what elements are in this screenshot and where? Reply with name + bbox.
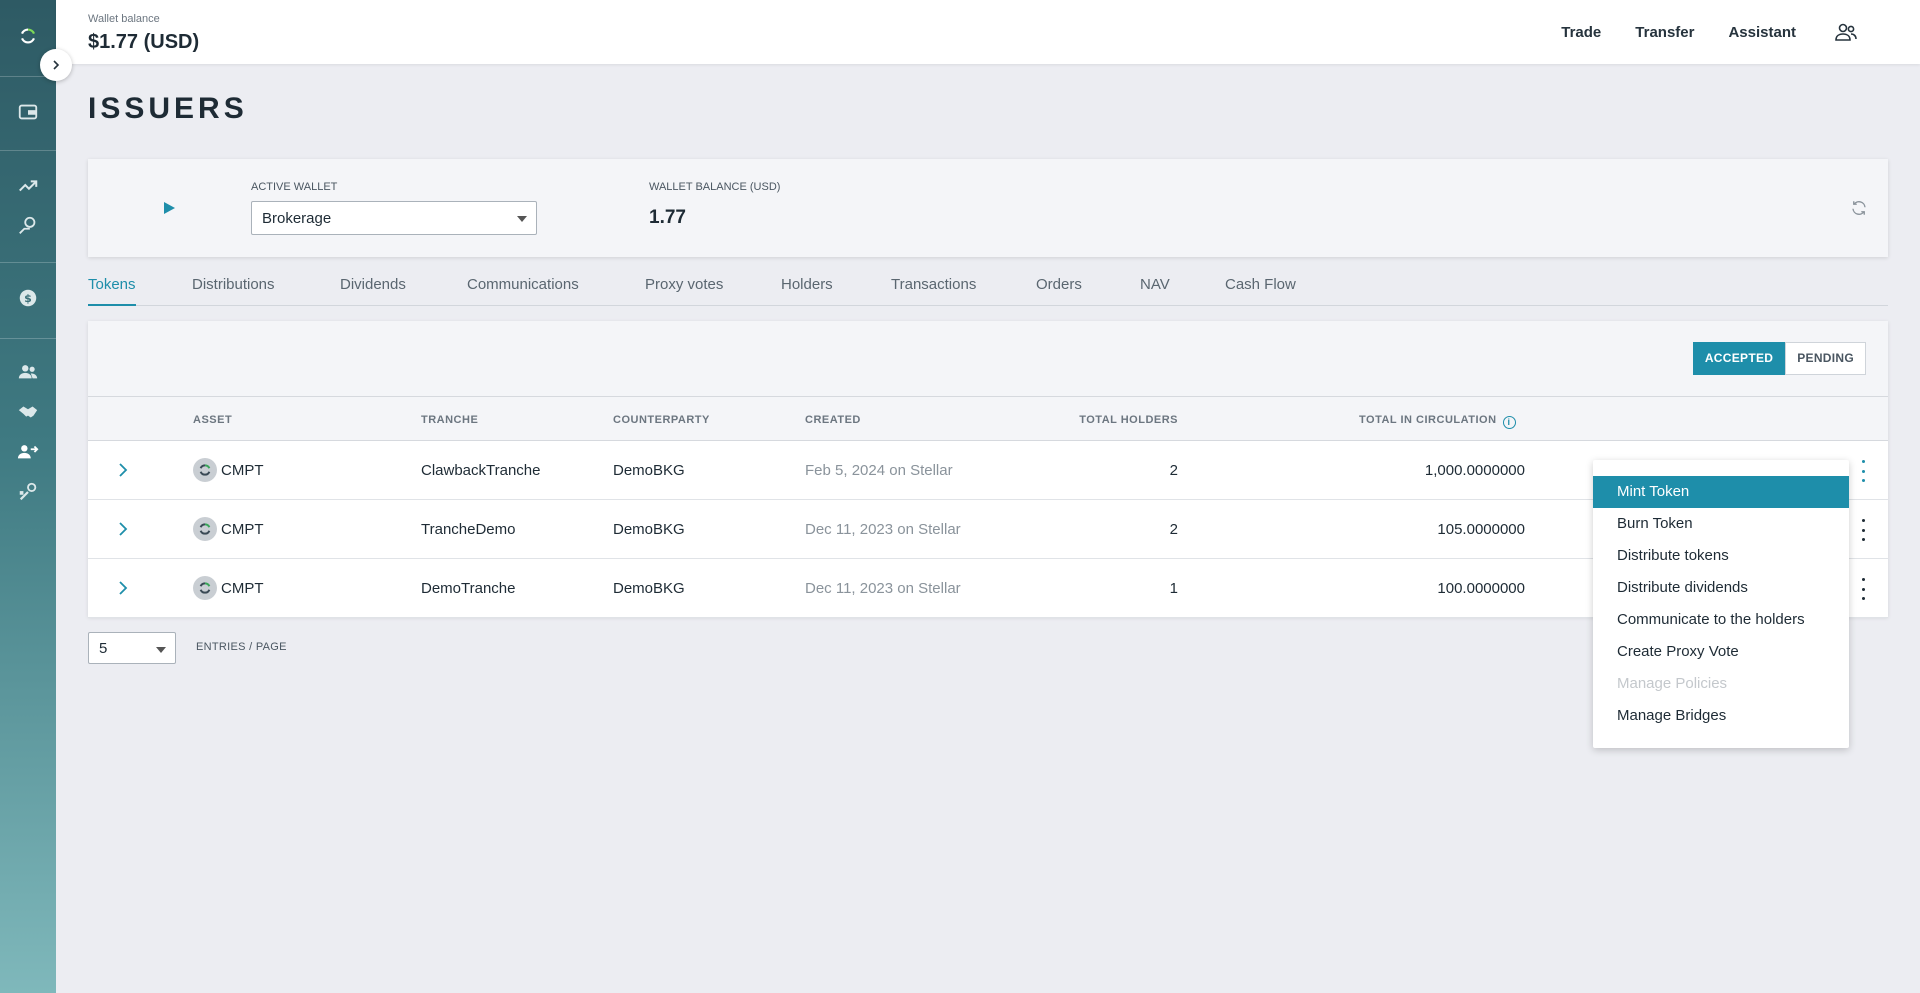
tab-communications[interactable]: Communications xyxy=(467,276,579,306)
wallet-card: ACTIVE WALLET Brokerage WALLET BALANCE (… xyxy=(88,159,1888,257)
menu-item-manage-bridges[interactable]: Manage Bridges xyxy=(1593,700,1849,732)
cell-asset: CMPT xyxy=(221,462,264,479)
tab-orders[interactable]: Orders xyxy=(1036,276,1082,306)
asset-logo-icon xyxy=(193,458,217,482)
menu-item-mint-token[interactable]: Mint Token xyxy=(1593,476,1849,508)
header-tranche: TRANCHE xyxy=(421,414,479,426)
cell-total-holders: 2 xyxy=(1169,521,1178,538)
cell-asset: CMPT xyxy=(221,580,264,597)
menu-item-communicate-holders[interactable]: Communicate to the holders xyxy=(1593,604,1849,636)
user-transfer-icon[interactable] xyxy=(0,432,56,472)
dollar-icon[interactable]: $ xyxy=(0,278,56,318)
account-group-icon[interactable] xyxy=(1834,20,1858,44)
cell-tranche: TrancheDemo xyxy=(421,521,516,538)
sidebar-expand-button[interactable] xyxy=(40,49,72,81)
asset-logo-icon xyxy=(193,576,217,600)
wallet-balance-usd-label: WALLET BALANCE (USD) xyxy=(649,181,781,193)
dropdown-caret-icon xyxy=(156,647,166,653)
tab-nav[interactable]: NAV xyxy=(1140,276,1170,306)
cell-tranche: DemoTranche xyxy=(421,580,516,597)
cell-total-circulation: 1,000.0000000 xyxy=(1424,462,1525,479)
menu-item-distribute-tokens[interactable]: Distribute tokens xyxy=(1593,540,1849,572)
row-actions-kebab-icon[interactable] xyxy=(1860,460,1866,482)
tab-proxy-votes[interactable]: Proxy votes xyxy=(645,276,723,306)
asset-logo-icon xyxy=(193,517,217,541)
header-created: CREATED xyxy=(805,414,861,426)
cell-asset: CMPT xyxy=(221,521,264,538)
top-nav: Trade Transfer Assistant xyxy=(1561,0,1920,64)
cell-created: Dec 11, 2023 on Stellar xyxy=(805,521,961,538)
header-total-circulation: TOTAL IN CIRCULATION xyxy=(1359,414,1497,426)
wallet-icon[interactable] xyxy=(0,92,56,132)
row-actions-menu: Mint Token Burn Token Distribute tokens … xyxy=(1593,460,1849,748)
refresh-icon[interactable] xyxy=(1850,199,1868,217)
cell-total-circulation: 100.0000000 xyxy=(1437,580,1525,597)
chevron-right-icon xyxy=(53,60,60,70)
dropdown-caret-icon xyxy=(517,216,527,222)
tab-tokens[interactable]: Tokens xyxy=(88,276,136,306)
nav-transfer[interactable]: Transfer xyxy=(1635,24,1694,41)
cell-created: Dec 11, 2023 on Stellar xyxy=(805,580,961,597)
active-wallet-select[interactable]: Brokerage xyxy=(251,201,537,235)
expand-row-chevron-icon[interactable] xyxy=(115,462,131,478)
hand-coin-icon[interactable] xyxy=(0,206,56,246)
nav-trade[interactable]: Trade xyxy=(1561,24,1601,41)
page-size-select[interactable]: 5 xyxy=(88,632,176,664)
header-total-circulation-wrap: TOTAL IN CIRCULATION i xyxy=(1359,414,1516,429)
page-title: ISSUERS xyxy=(88,92,248,125)
status-toggle: ACCEPTED PENDING xyxy=(1692,342,1866,375)
header-asset: ASSET xyxy=(193,414,233,426)
row-actions-kebab-icon[interactable] xyxy=(1860,519,1866,541)
entries-per-page-label: ENTRIES / PAGE xyxy=(196,641,287,653)
cell-total-circulation: 105.0000000 xyxy=(1437,521,1525,538)
table-header: ASSET TRANCHE COUNTERPARTY CREATED TOTAL… xyxy=(88,396,1888,441)
pending-filter-button[interactable]: PENDING xyxy=(1785,342,1866,375)
handshake-icon[interactable] xyxy=(0,392,56,432)
wallet-balance-value: $1.77 (USD) xyxy=(88,31,200,53)
tab-holders[interactable]: Holders xyxy=(781,276,833,306)
wallet-balance-label: Wallet balance xyxy=(88,13,160,25)
nav-assistant[interactable]: Assistant xyxy=(1728,24,1796,41)
tab-bar: Tokens Distributions Dividends Communica… xyxy=(88,272,1888,306)
tab-transactions[interactable]: Transactions xyxy=(891,276,976,306)
cell-tranche: ClawbackTranche xyxy=(421,462,541,479)
sidebar: $ xyxy=(0,0,56,993)
expand-row-chevron-icon[interactable] xyxy=(115,521,131,537)
tab-dividends[interactable]: Dividends xyxy=(340,276,406,306)
tab-cash-flow[interactable]: Cash Flow xyxy=(1225,276,1296,306)
active-wallet-value: Brokerage xyxy=(262,210,332,227)
menu-item-manage-policies: Manage Policies xyxy=(1617,675,1728,692)
expand-row-chevron-icon[interactable] xyxy=(115,580,131,596)
header-total-holders: TOTAL HOLDERS xyxy=(1079,414,1178,426)
header-counterparty: COUNTERPARTY xyxy=(613,414,710,426)
cell-counterparty: DemoBKG xyxy=(613,462,685,479)
menu-item-burn-token[interactable]: Burn Token xyxy=(1593,508,1849,540)
row-actions-kebab-icon[interactable] xyxy=(1860,578,1866,600)
page-size-value: 5 xyxy=(99,640,108,657)
active-wallet-label: ACTIVE WALLET xyxy=(251,181,338,193)
wallet-balance-usd-value: 1.77 xyxy=(649,207,686,228)
menu-item-distribute-dividends[interactable]: Distribute dividends xyxy=(1593,572,1849,604)
cell-total-holders: 1 xyxy=(1169,580,1178,597)
tools-icon[interactable] xyxy=(0,472,56,512)
svg-text:$: $ xyxy=(24,292,32,305)
cell-total-holders: 2 xyxy=(1169,462,1178,479)
info-icon[interactable]: i xyxy=(1502,416,1516,429)
trending-icon[interactable] xyxy=(0,166,56,206)
cell-created: Feb 5, 2024 on Stellar xyxy=(805,462,953,479)
cell-counterparty: DemoBKG xyxy=(613,580,685,597)
tab-distributions[interactable]: Distributions xyxy=(192,276,275,306)
cell-counterparty: DemoBKG xyxy=(613,521,685,538)
users-icon[interactable] xyxy=(0,352,56,392)
topbar: Wallet balance $1.77 (USD) Trade Transfe… xyxy=(56,0,1920,64)
accepted-filter-button[interactable]: ACCEPTED xyxy=(1692,342,1786,375)
menu-item-create-proxy-vote[interactable]: Create Proxy Vote xyxy=(1593,636,1849,668)
play-icon[interactable] xyxy=(164,202,175,214)
